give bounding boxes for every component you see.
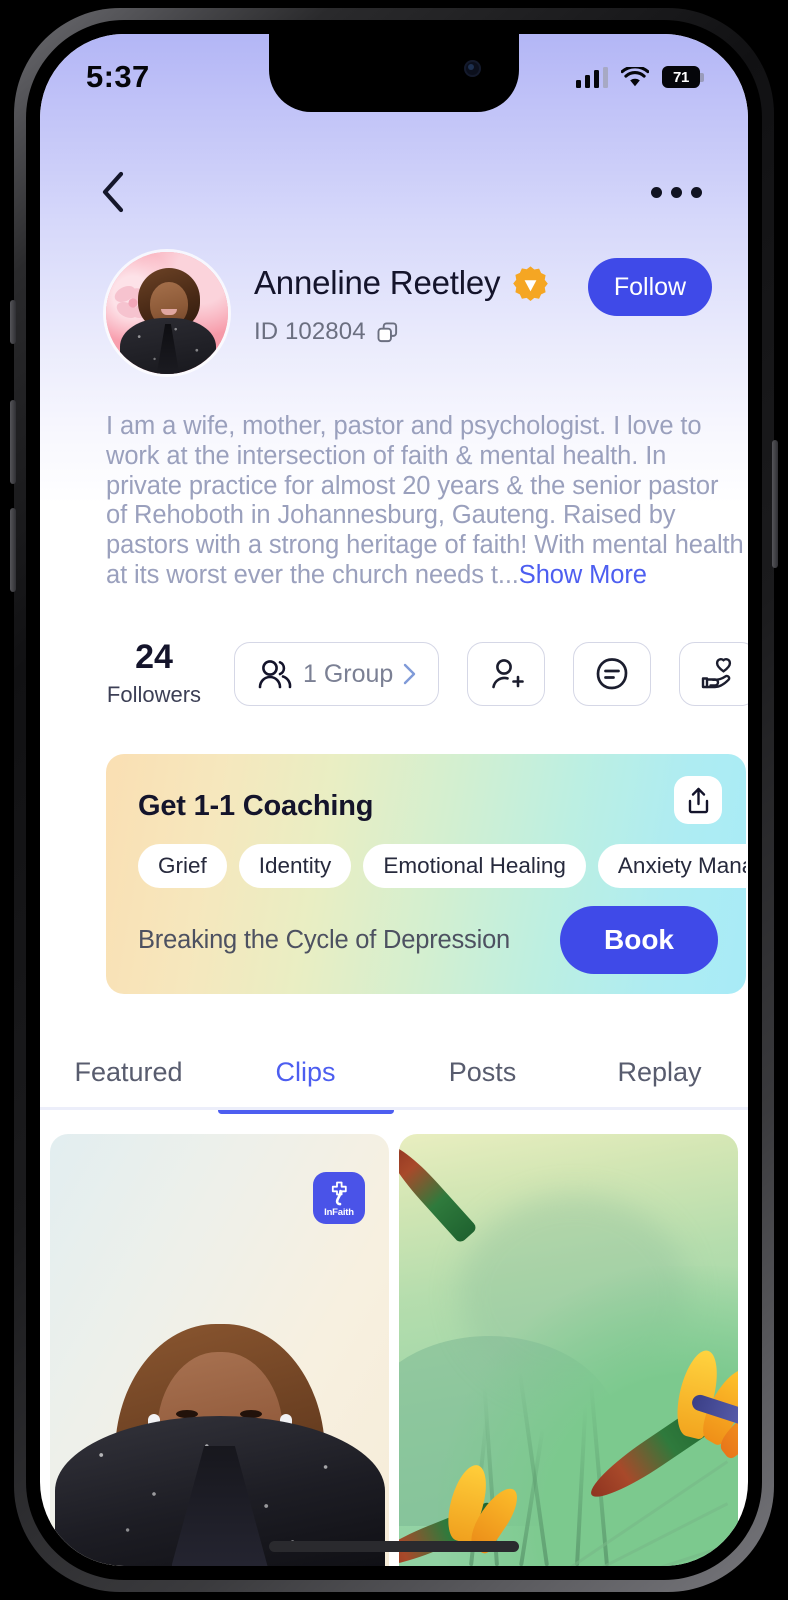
coaching-session-row: Breaking the Cycle of Depression Book — [138, 906, 718, 974]
front-camera — [464, 60, 481, 77]
tab-replay[interactable]: Replay — [571, 1034, 748, 1110]
followers-stat[interactable]: 24 Followers — [104, 638, 204, 708]
app-content: 5:37 71 Anneline Reetley ID 102804 Follo… — [40, 34, 748, 1566]
book-button[interactable]: Book — [560, 906, 718, 974]
tab-clips-label: Clips — [275, 1057, 336, 1087]
verified-badge-icon — [513, 265, 549, 301]
device-notch — [269, 34, 519, 112]
person-add-icon — [492, 659, 525, 689]
follow-button[interactable]: Follow — [588, 258, 712, 316]
tab-featured[interactable]: Featured — [40, 1034, 217, 1110]
power-button[interactable] — [772, 440, 778, 568]
avatar[interactable] — [106, 252, 228, 374]
show-more-link[interactable]: Show More — [519, 561, 647, 589]
infaith-badge-label: InFaith — [324, 1207, 354, 1218]
message-button[interactable] — [573, 642, 652, 706]
coaching-card-title: Get 1-1 Coaching — [138, 790, 374, 822]
home-indicator[interactable] — [269, 1541, 519, 1552]
coaching-session-title: Breaking the Cycle of Depression — [138, 925, 511, 954]
content-tabs: Featured Clips Posts Replay — [40, 1034, 748, 1114]
coaching-tag[interactable]: Emotional Healing — [363, 844, 586, 888]
status-indicators: 71 — [575, 66, 704, 88]
group-pill-button[interactable]: 1 Group — [234, 642, 440, 706]
profile-id-label: ID 102804 — [254, 318, 366, 345]
chat-bubble-icon — [596, 658, 628, 690]
phone-shell: 5:37 71 Anneline Reetley ID 102804 Follo… — [0, 0, 788, 1600]
status-time: 5:37 — [86, 59, 150, 94]
coaching-card[interactable]: Get 1-1 Coaching Grief Identity Emotiona… — [106, 754, 746, 994]
navigation-bar — [40, 156, 748, 228]
copy-icon[interactable] — [376, 321, 399, 344]
followers-count: 24 — [135, 638, 173, 677]
phone-screen: 5:37 71 Anneline Reetley ID 102804 Follo… — [40, 34, 748, 1566]
tabs-divider — [40, 1107, 748, 1110]
cellular-signal-icon — [575, 66, 608, 88]
support-button[interactable] — [679, 642, 748, 706]
infaith-cross-logo — [331, 1181, 347, 1206]
stats-action-row: 24 Followers 1 Group — [40, 632, 748, 716]
tab-clips[interactable]: Clips — [217, 1034, 394, 1114]
tab-posts[interactable]: Posts — [394, 1034, 571, 1110]
share-icon — [688, 787, 708, 813]
chevron-right-icon — [404, 663, 416, 685]
volume-up-button[interactable] — [10, 400, 16, 484]
add-friend-button[interactable] — [467, 642, 546, 706]
bird-of-paradise-stem — [399, 1138, 489, 1320]
profile-bio: I am a wife, mother, pastor and psycholo… — [106, 412, 744, 591]
profile-id-line[interactable]: ID 102804 — [254, 318, 588, 346]
more-options-icon[interactable] — [651, 186, 702, 198]
profile-header: Anneline Reetley ID 102804 Follow — [40, 252, 748, 382]
battery-icon: 71 — [662, 66, 704, 88]
page-title: Anneline Reetley — [254, 264, 501, 301]
share-button[interactable] — [674, 776, 722, 824]
coaching-tag[interactable]: Anxiety Management — [597, 844, 746, 888]
group-people-icon — [258, 660, 292, 689]
clip-thumbnail-flowers[interactable] — [399, 1134, 738, 1566]
wifi-icon — [621, 66, 649, 86]
name-line: Anneline Reetley — [254, 264, 588, 302]
group-label: 1 Group — [303, 659, 394, 688]
coaching-tag[interactable]: Grief — [138, 844, 227, 888]
profile-bio-text: I am a wife, mother, pastor and psycholo… — [106, 412, 744, 589]
clip-thumbnail-portrait[interactable]: InFaith — [50, 1134, 389, 1566]
infaith-logo-badge: InFaith — [313, 1172, 365, 1224]
volume-down-button[interactable] — [10, 508, 16, 592]
profile-info: Anneline Reetley ID 102804 — [228, 252, 588, 346]
hand-heart-icon — [702, 658, 732, 689]
clips-grid: InFaith — [40, 1134, 748, 1566]
bird-of-paradise-flower — [544, 1300, 738, 1508]
coaching-tag[interactable]: Identity — [238, 844, 352, 888]
back-chevron-icon[interactable] — [100, 171, 126, 213]
mute-switch[interactable] — [10, 300, 16, 344]
battery-percent: 71 — [672, 68, 690, 86]
followers-label: Followers — [106, 681, 202, 707]
coaching-tags: Grief Identity Emotional Healing Anxiety… — [138, 843, 746, 889]
